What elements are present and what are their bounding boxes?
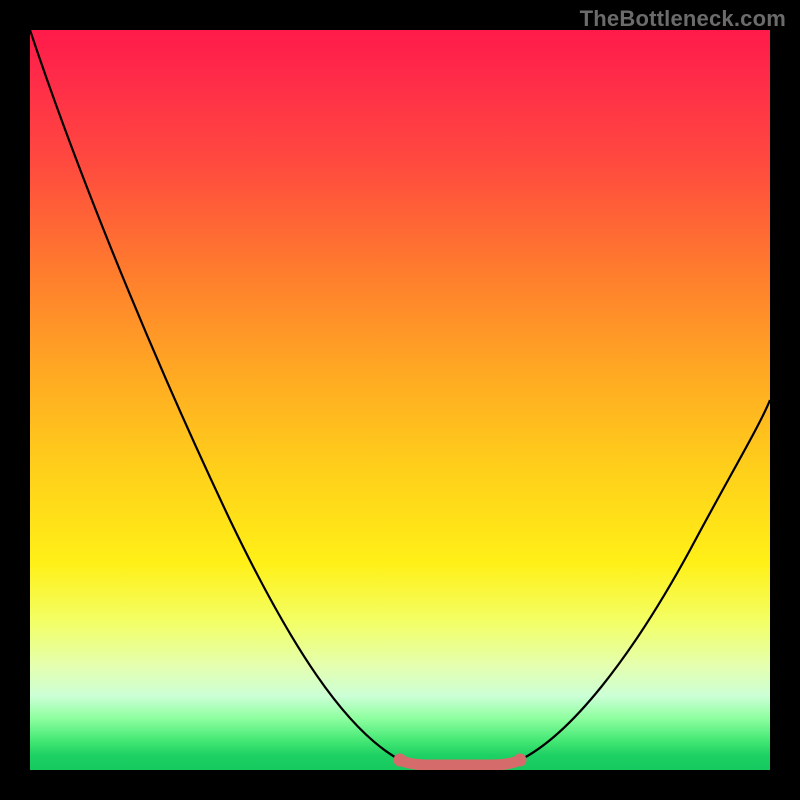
accent-dot-right <box>514 754 527 767</box>
bottleneck-flat-accent <box>400 760 520 765</box>
plot-area <box>30 30 770 770</box>
accent-dot-left <box>394 754 407 767</box>
chart-svg <box>30 30 770 770</box>
watermark-text: TheBottleneck.com <box>580 6 786 32</box>
bottleneck-curve <box>30 30 770 765</box>
chart-frame: TheBottleneck.com <box>0 0 800 800</box>
